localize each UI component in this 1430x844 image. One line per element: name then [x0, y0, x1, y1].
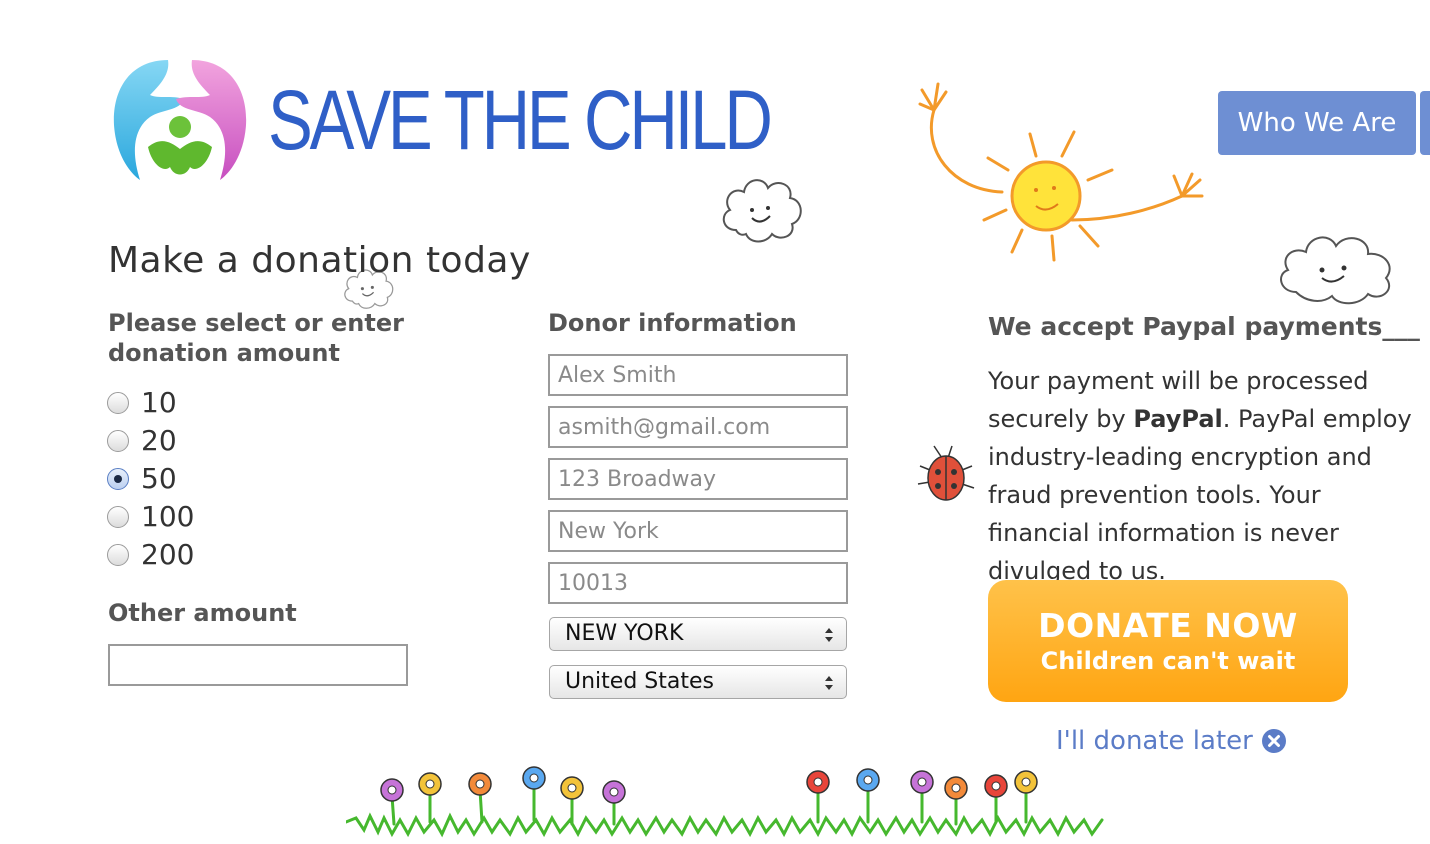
radio-button-selected[interactable] [107, 468, 129, 490]
donor-heading: Donor information [548, 309, 797, 337]
state-select-value: NEW YORK [565, 621, 684, 646]
flowers-icon [346, 766, 1104, 838]
sun-icon [918, 82, 1204, 262]
name-input[interactable] [548, 354, 848, 396]
donate-now-button[interactable]: DONATE NOW Children can't wait [988, 580, 1348, 702]
amount-option-label: 200 [141, 538, 195, 571]
amount-option-50[interactable]: 50 [107, 461, 177, 497]
amount-option-100[interactable]: 100 [107, 499, 194, 535]
brand-name: SAVE THE CHILD [268, 73, 773, 167]
amount-option-label: 20 [141, 424, 177, 457]
donate-now-sublabel: Children can't wait [1040, 647, 1296, 675]
paypal-brand: PayPal [1133, 405, 1223, 433]
amount-heading: Please select or enter donation amount [108, 309, 404, 367]
address-input[interactable] [548, 458, 848, 500]
select-arrows-icon [825, 676, 833, 690]
city-input[interactable] [548, 510, 848, 552]
ladybug-icon [917, 445, 975, 501]
paypal-description: Your payment will be processed securely … [988, 367, 1412, 585]
country-select[interactable]: United States [549, 665, 847, 699]
other-amount-input[interactable] [108, 644, 408, 686]
logo-icon [113, 60, 247, 180]
amount-option-200[interactable]: 200 [107, 537, 194, 573]
other-amount-label: Other amount [108, 599, 297, 627]
amount-option-label: 10 [141, 386, 177, 419]
nav-who-we-are[interactable]: Who We Are [1218, 91, 1416, 155]
select-arrows-icon [825, 628, 833, 642]
amount-option-label: 50 [141, 462, 177, 495]
paypal-heading: We accept Paypal payments___ [988, 312, 1420, 341]
nav-next-item[interactable] [1420, 91, 1430, 155]
donate-later-label: I'll donate later [1056, 726, 1253, 756]
zip-input[interactable] [548, 562, 848, 604]
cloud-icon [1280, 236, 1391, 305]
page-title: Make a donation today [108, 240, 531, 281]
amount-option-label: 100 [141, 500, 195, 533]
amount-option-10[interactable]: 10 [107, 385, 177, 421]
cloud-icon [722, 179, 802, 243]
radio-button[interactable] [107, 506, 129, 528]
donate-later-link[interactable]: I'll donate later [1056, 726, 1287, 756]
email-input[interactable] [548, 406, 848, 448]
donate-now-label: DONATE NOW [1038, 606, 1298, 645]
radio-button[interactable] [107, 430, 129, 452]
radio-button[interactable] [107, 392, 129, 414]
radio-button[interactable] [107, 544, 129, 566]
country-select-value: United States [565, 669, 714, 694]
state-select[interactable]: NEW YORK [549, 617, 847, 651]
amount-option-20[interactable]: 20 [107, 423, 177, 459]
close-circle-icon[interactable] [1261, 728, 1287, 754]
